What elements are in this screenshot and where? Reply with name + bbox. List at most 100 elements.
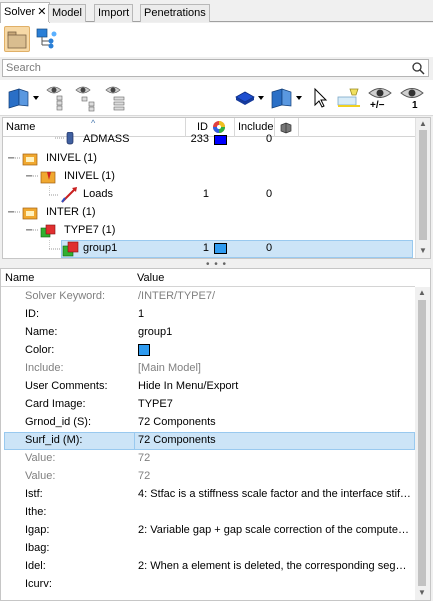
hierarchy-icon[interactable] — [34, 26, 60, 52]
property-row[interactable]: Ithe: — [1, 504, 415, 522]
property-row[interactable]: Include: [Main Model] — [1, 360, 415, 378]
tree-row-inivel[interactable]: − INIVEL (1) — [3, 168, 416, 186]
property-name: Idel: — [25, 560, 46, 572]
color-swatch[interactable] — [138, 344, 413, 357]
tree-item-id: 1 — [202, 242, 209, 254]
tree-row-admass[interactable]: ADMASS 233 0 — [3, 132, 416, 150]
property-value[interactable]: 1 — [138, 308, 413, 320]
display-icon[interactable] — [269, 86, 305, 113]
property-row[interactable]: Grnod_id (S): 72 Components — [1, 414, 415, 432]
tree-item-id: 233 — [190, 133, 209, 145]
property-value[interactable]: 72 Components — [138, 416, 413, 428]
scroll-up-icon[interactable]: ▲ — [419, 119, 427, 128]
component-view-icon[interactable] — [6, 86, 42, 113]
tree-row-inter-folder[interactable]: − INTER (1) — [3, 204, 416, 222]
close-icon[interactable]: ✕ — [37, 6, 46, 18]
scroll-down-icon[interactable]: ▼ — [419, 246, 427, 255]
property-value[interactable]: Hide In Menu/Export — [138, 380, 413, 392]
color-swatch[interactable] — [214, 243, 227, 254]
tree-item-id: 1 — [202, 188, 209, 200]
tree-scrollbar[interactable]: ▲ ▼ — [415, 118, 430, 258]
property-row[interactable]: Icurv: — [1, 576, 415, 594]
property-name: Istf: — [25, 488, 43, 500]
search-input[interactable] — [3, 60, 403, 76]
property-value[interactable]: group1 — [138, 326, 413, 338]
layer-icon[interactable] — [234, 88, 266, 111]
property-name: Card Image: — [25, 398, 86, 410]
select-cursor-icon[interactable] — [312, 87, 330, 112]
tree-row-group1[interactable]: group1 1 0 — [3, 240, 416, 258]
property-name: Color: — [25, 344, 55, 356]
property-row[interactable]: Solver Keyword: /INTER/TYPE7/ — [1, 288, 415, 306]
property-value[interactable]: TYPE7 — [138, 398, 413, 410]
svg-text:−: − — [7, 153, 15, 164]
highlight-icon[interactable] — [336, 86, 362, 113]
property-value[interactable]: 4: Stfac is a stiffness scale factor and… — [138, 488, 413, 500]
color-swatch-box[interactable] — [138, 344, 150, 356]
property-name: ID: — [25, 308, 40, 320]
tree-row-loads[interactable]: Loads 1 0 — [3, 186, 416, 204]
property-name: Igap: — [25, 524, 50, 536]
property-row[interactable]: Value: 72 — [1, 468, 415, 486]
scroll-up-icon[interactable]: ▲ — [418, 288, 426, 297]
pane-splitter[interactable]: • • • — [0, 259, 433, 270]
property-row[interactable]: ID: 1 — [1, 306, 415, 324]
column-header-value[interactable]: Value — [137, 272, 164, 284]
tree-row-inivel-folder[interactable]: − INIVEL (1) — [3, 150, 416, 168]
property-value[interactable]: 72 — [138, 470, 413, 482]
tab-penetrations[interactable]: Penetrations — [140, 4, 210, 22]
property-row[interactable]: Card Image: TYPE7 — [1, 396, 415, 414]
tab-label: Penetrations — [144, 7, 206, 19]
search-icon[interactable] — [411, 61, 425, 78]
color-swatch[interactable] — [214, 135, 227, 145]
property-row[interactable]: Surf_id (M): 72 Components — [1, 432, 415, 450]
property-name: User Comments: — [25, 380, 108, 392]
property-value[interactable]: /INTER/TYPE7/ — [138, 290, 413, 302]
tab-label: Solver — [4, 6, 36, 18]
show-one-label: 1 — [412, 100, 418, 111]
properties-scroll-thumb[interactable] — [418, 300, 426, 586]
property-name: Ibag: — [25, 542, 50, 554]
folder-icon[interactable] — [4, 26, 30, 52]
scroll-down-icon[interactable]: ▼ — [418, 588, 426, 597]
tab-solver[interactable]: Solver ✕ — [0, 2, 51, 23]
property-row[interactable]: Idel: 2: When a element is deleted, the c… — [1, 558, 415, 576]
tree-list-eye-icon[interactable] — [104, 84, 130, 115]
show-one-icon[interactable]: 1 — [398, 84, 426, 114]
tree-scroll-thumb[interactable] — [419, 130, 427, 240]
property-row[interactable]: Igap: 2: Variable gap + gap scale correct… — [1, 522, 415, 540]
tree-item-label: group1 — [83, 242, 118, 254]
properties-header: Name Value — [1, 269, 415, 287]
property-name: Surf_id (M): — [25, 434, 83, 446]
property-name: Value: — [25, 470, 56, 482]
property-value[interactable]: 2: When a element is deleted, the corres… — [138, 560, 413, 572]
property-name: Solver Keyword: — [25, 290, 106, 302]
tree-branch-eye-icon[interactable] — [45, 84, 71, 115]
property-value[interactable]: 2: Variable gap + gap scale correction o… — [138, 524, 413, 536]
property-value[interactable]: 72 — [138, 452, 413, 464]
property-value[interactable]: [Main Model] — [138, 362, 413, 374]
tree-eye-icon[interactable] — [74, 84, 100, 115]
property-row[interactable]: Value: 72 — [1, 450, 415, 468]
column-header-name[interactable]: Name — [5, 272, 34, 284]
sort-arrow-icon: ^ — [91, 118, 96, 128]
property-name: Grnod_id (S): — [25, 416, 92, 428]
tab-label: Import — [98, 7, 130, 19]
tree-row-type7[interactable]: − TYPE7 (1) — [3, 222, 416, 240]
properties-scrollbar[interactable]: ▲ ▼ — [415, 287, 430, 600]
property-row[interactable]: User Comments: Hide In Menu/Export — [1, 378, 415, 396]
view-toolbar — [0, 23, 433, 57]
property-row[interactable]: Name: group1 — [1, 324, 415, 342]
property-row[interactable]: Color: — [1, 342, 415, 360]
tree-item-include: 0 — [266, 133, 273, 145]
property-name: Value: — [25, 452, 56, 464]
tree-item-include: 0 — [266, 188, 273, 200]
property-row[interactable]: Istf: 4: Stfac is a stiffness scale facto… — [1, 486, 415, 504]
tab-model[interactable]: Model — [48, 4, 86, 22]
property-value[interactable]: 72 Components — [138, 434, 413, 446]
property-row[interactable]: Ibag: — [1, 540, 415, 558]
tab-import[interactable]: Import — [94, 4, 134, 22]
tree-item-label: INIVEL (1) — [64, 170, 115, 182]
search-box — [2, 59, 429, 77]
show-toggle-icon[interactable]: +/− — [366, 84, 394, 114]
